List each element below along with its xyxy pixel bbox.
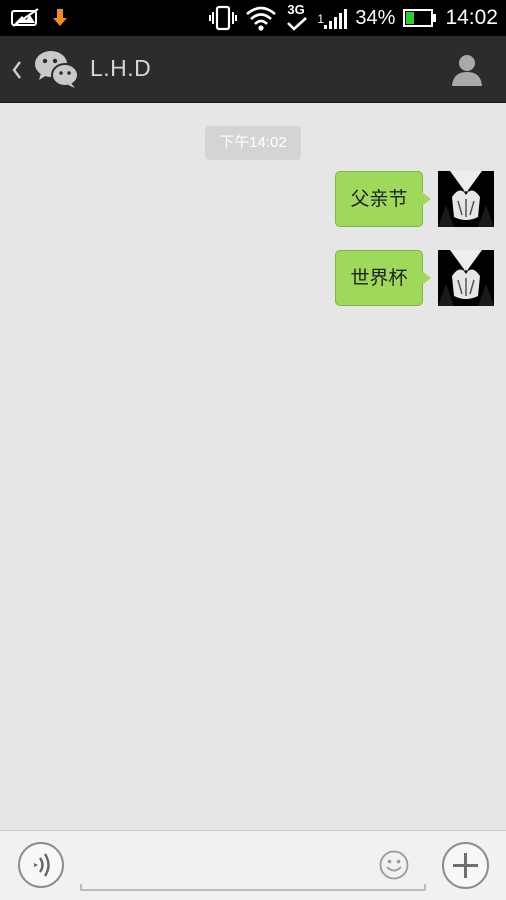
contact-name: L.H.D bbox=[90, 55, 152, 81]
signal-icon: 1 bbox=[317, 6, 348, 30]
message-timestamp: 下午14:02 bbox=[205, 126, 301, 160]
vibrate-icon bbox=[209, 5, 238, 31]
status-right-icons: 3G 1 34% 14:02 bbox=[209, 2, 498, 32]
message-text: 世界杯 bbox=[350, 267, 408, 289]
message-text: 父亲节 bbox=[350, 188, 408, 210]
network-type-label: 3G bbox=[287, 2, 305, 17]
message-row: 世界杯 bbox=[335, 250, 495, 308]
chat-area[interactable]: 下午14:02 父亲节 世界杯 bbox=[0, 103, 506, 830]
avatar[interactable] bbox=[438, 250, 494, 306]
status-left-icons bbox=[10, 6, 68, 30]
person-icon[interactable] bbox=[450, 53, 484, 87]
avatar[interactable] bbox=[438, 171, 494, 227]
battery-percent: 34% bbox=[355, 6, 396, 29]
plus-icon bbox=[453, 853, 478, 878]
wechat-icon bbox=[35, 51, 79, 88]
voice-button[interactable] bbox=[18, 842, 64, 888]
photo-notification-icon bbox=[11, 8, 39, 27]
status-bar: 3G 1 34% 14:02 bbox=[0, 0, 506, 36]
emoji-icon[interactable] bbox=[378, 849, 410, 881]
bubble-tail bbox=[422, 192, 431, 206]
message-bubble[interactable]: 父亲节 bbox=[335, 171, 423, 227]
network-3g-icon: 3G bbox=[285, 2, 309, 32]
wifi-icon bbox=[246, 6, 277, 31]
message-bubble[interactable]: 世界杯 bbox=[335, 250, 423, 306]
input-bar bbox=[0, 830, 506, 900]
download-icon bbox=[53, 9, 67, 26]
clock: 14:02 bbox=[445, 6, 498, 29]
message-input[interactable] bbox=[80, 839, 426, 891]
battery-icon bbox=[403, 9, 437, 27]
voice-icon bbox=[34, 853, 50, 877]
chat-header: L.H.D bbox=[0, 36, 506, 103]
chevron-left-icon[interactable] bbox=[10, 59, 24, 81]
plus-button[interactable] bbox=[442, 842, 489, 889]
bubble-tail bbox=[422, 271, 431, 285]
message-row: 父亲节 bbox=[335, 171, 495, 229]
